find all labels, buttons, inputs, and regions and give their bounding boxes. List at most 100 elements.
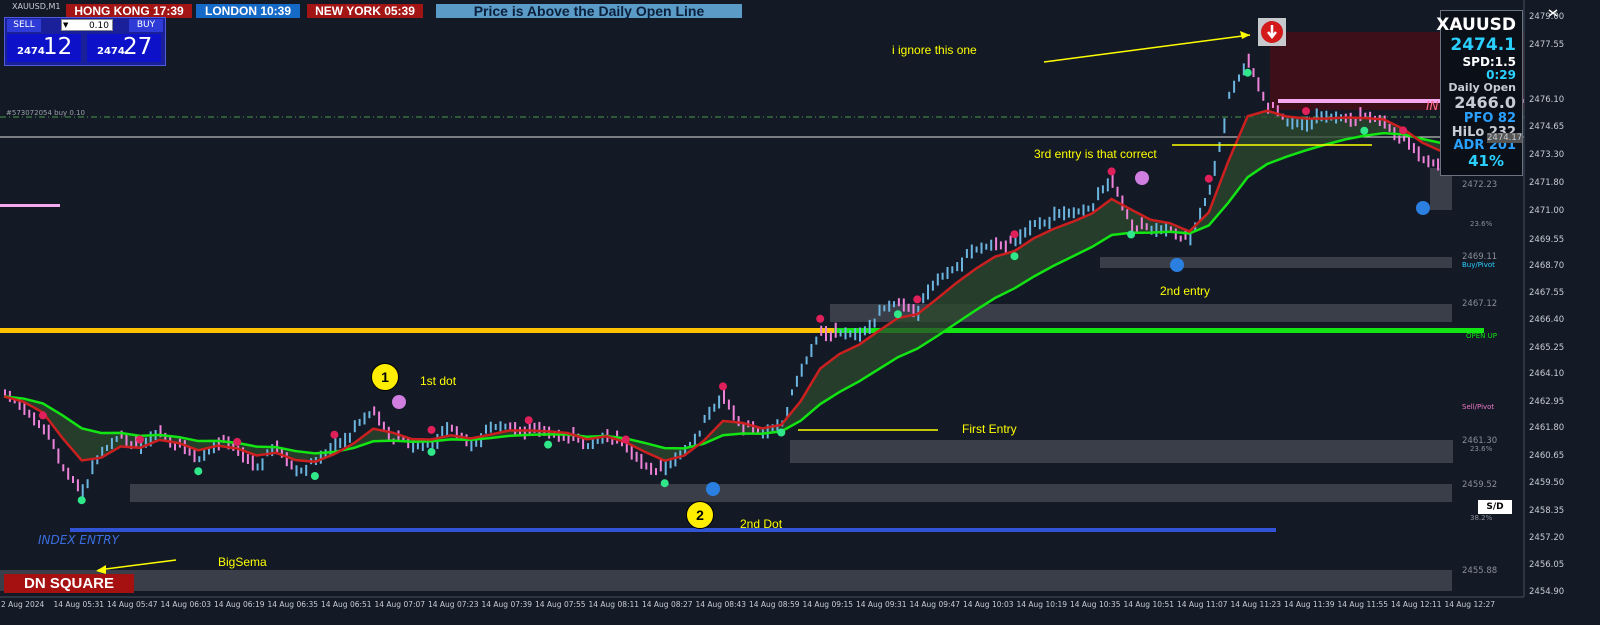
alert-icon[interactable]	[1258, 18, 1286, 46]
sell-price-box[interactable]: 2474 12	[7, 34, 81, 62]
zone-price-5: 2459.52	[1462, 480, 1498, 490]
price-tick: 2461.80	[1529, 423, 1565, 433]
candle	[674, 452, 677, 467]
info-pfo: PFO 82	[1463, 111, 1516, 126]
time-tick: 14 Aug 06:03	[160, 600, 212, 609]
candle	[941, 272, 944, 280]
candle	[791, 389, 793, 396]
marker-dot-2: 2	[686, 501, 714, 529]
candle	[110, 438, 113, 449]
candle	[1019, 229, 1022, 245]
candle	[718, 395, 721, 409]
candle	[1296, 119, 1299, 128]
candle	[57, 448, 60, 464]
candle	[1422, 156, 1425, 164]
candle	[956, 262, 959, 272]
candle	[1140, 217, 1143, 230]
candle	[1247, 53, 1250, 68]
candle	[348, 432, 351, 443]
sell-button[interactable]: SELL	[7, 19, 41, 32]
buy-price-box[interactable]: 2474 27	[87, 34, 161, 62]
time-tick: 14 Aug 07:55	[535, 600, 586, 609]
candle	[203, 449, 206, 461]
candle	[1427, 155, 1430, 168]
close-icon[interactable]	[1548, 2, 1558, 17]
candle	[52, 439, 55, 450]
candle	[106, 444, 108, 451]
candle	[883, 305, 886, 312]
candle	[951, 266, 954, 274]
buy-signal-dot	[1127, 230, 1136, 239]
price-chart[interactable]	[0, 0, 1600, 625]
sell-signal-dot	[1107, 167, 1116, 176]
candle	[217, 437, 220, 451]
candle	[1048, 216, 1051, 229]
candle	[1024, 227, 1027, 238]
time-tick: 14 Aug 07:23	[428, 600, 479, 609]
time-tick: 14 Aug 11:07	[1177, 600, 1228, 609]
candle	[713, 403, 716, 412]
time-tick: 14 Aug 07:39	[481, 600, 533, 609]
time-tick: 14 Aug 05:31	[53, 600, 105, 609]
candle	[1208, 184, 1211, 195]
fib-382-label: 38.2%	[1470, 514, 1493, 522]
buy-button[interactable]: BUY	[129, 19, 163, 32]
sell-signal-dot	[1010, 230, 1019, 239]
time-tick: 14 Aug 09:47	[909, 600, 961, 609]
price-tick: 2454.90	[1529, 587, 1565, 597]
candle	[839, 329, 842, 337]
candle	[1218, 142, 1221, 152]
time-tick: 14 Aug 09:15	[802, 600, 854, 609]
candle	[1038, 217, 1041, 230]
candle	[33, 412, 36, 426]
buy-signal-dot	[194, 467, 203, 476]
time-tick: 14 Aug 06:35	[267, 600, 319, 609]
candle	[927, 284, 929, 300]
candle	[635, 451, 638, 462]
candle	[1009, 235, 1012, 244]
candle	[1126, 209, 1129, 220]
candle	[854, 328, 857, 341]
candle	[353, 420, 356, 433]
sell-signal-dot	[427, 425, 436, 434]
candle	[980, 242, 983, 254]
zone-price-7: 2474.17	[1487, 133, 1523, 143]
candle	[363, 412, 366, 425]
sell-signal-dot	[913, 295, 922, 304]
sd-button[interactable]: S/D	[1478, 500, 1512, 514]
candle	[1325, 110, 1328, 123]
time-tick: 14 Aug 10:35	[1070, 600, 1121, 609]
sell-signal-dot	[621, 435, 630, 444]
annotation-first-entry: First Entry	[962, 422, 1017, 436]
candle	[1238, 74, 1240, 82]
time-tick: 14 Aug 10:51	[1123, 600, 1175, 609]
candle	[1053, 206, 1056, 221]
price-tick: 2464.10	[1529, 369, 1565, 379]
buy-signal-dot	[77, 496, 86, 505]
candle	[868, 319, 871, 334]
candle	[1383, 115, 1386, 129]
candle	[62, 464, 65, 472]
candle	[795, 375, 798, 387]
candle	[344, 432, 347, 448]
candle	[1058, 209, 1061, 218]
candle	[1286, 118, 1289, 127]
time-tick: 14 Aug 11:39	[1284, 600, 1335, 609]
buy-signal-dot	[1010, 252, 1019, 261]
lot-down-icon[interactable]: ▼	[63, 21, 68, 29]
buy-signal-dot	[660, 479, 669, 488]
time-tick: 14 Aug 07:07	[374, 600, 426, 609]
lot-size-input[interactable]: 0.10	[61, 19, 113, 31]
price-tick: 2466.40	[1529, 315, 1565, 325]
candle	[1092, 203, 1095, 212]
sell-price-big: 12	[43, 34, 73, 60]
candle	[970, 244, 973, 259]
price-tick: 2456.05	[1529, 560, 1565, 570]
candle	[897, 298, 900, 307]
info-timer: 0:29	[1486, 68, 1516, 82]
zone-price-1: 2472.23	[1462, 180, 1498, 190]
candle	[441, 426, 444, 436]
candle	[1272, 102, 1274, 108]
candle	[1145, 223, 1148, 231]
candle	[28, 409, 31, 418]
